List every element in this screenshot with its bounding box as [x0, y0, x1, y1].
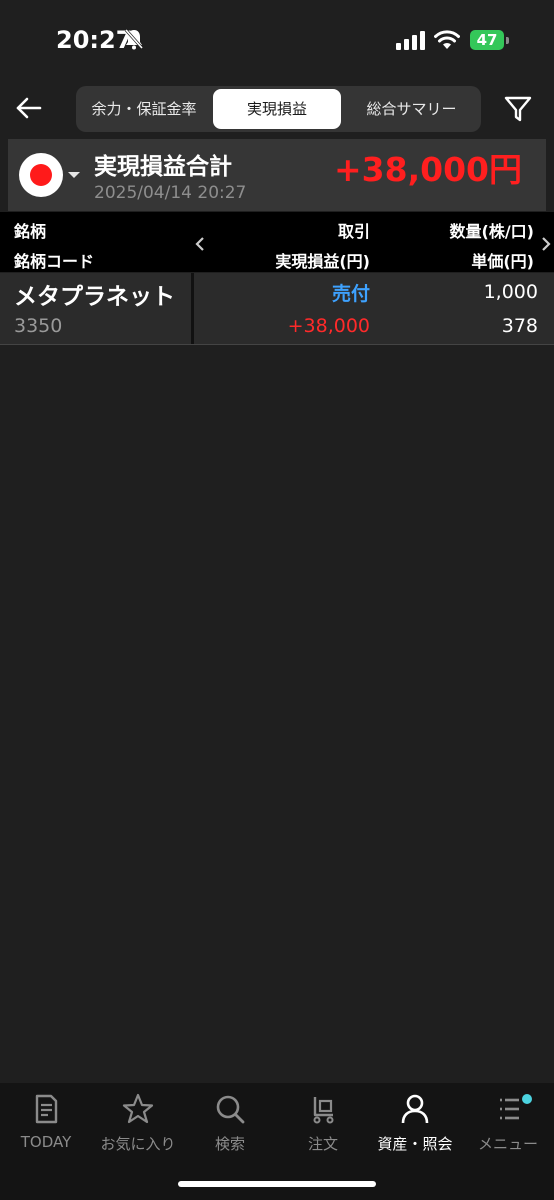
signal-icon	[396, 30, 426, 54]
chevron-right-icon[interactable]	[540, 236, 552, 256]
notification-dot	[522, 1094, 532, 1104]
row-divider	[0, 344, 554, 345]
realized-pl-summary: 実現損益合計 2025/04/14 20:27 +38,000円	[8, 139, 546, 211]
menu-icon	[500, 1098, 519, 1120]
header-stock: 銘柄	[14, 222, 47, 241]
tab-realized-pl[interactable]: 実現損益	[213, 89, 341, 129]
news-icon	[35, 1094, 58, 1124]
back-button[interactable]	[12, 88, 46, 128]
tab-label: メニュー	[477, 1135, 538, 1153]
bell-muted-icon	[124, 28, 144, 54]
person-icon	[401, 1094, 429, 1124]
header-trade: 取引	[337, 222, 370, 241]
tab-margin-ratio[interactable]: 余力・保証金率	[80, 89, 208, 129]
tab-order[interactable]: 注文	[277, 1091, 369, 1161]
header-realized-pl: 実現損益(円)	[275, 252, 370, 271]
status-time: 20:27	[56, 26, 133, 54]
tab-today[interactable]: TODAY	[0, 1091, 92, 1161]
tab-search[interactable]: 検索	[184, 1091, 276, 1161]
table-header: 銘柄 銘柄コード 取引 実現損益(円) 数量(株/口) 単価(円)	[0, 212, 554, 272]
tab-assets[interactable]: 資産・照会	[369, 1091, 461, 1161]
japan-flag-icon	[30, 164, 52, 186]
column-divider	[191, 273, 194, 344]
chevron-left-icon[interactable]	[194, 236, 206, 256]
search-icon	[216, 1095, 245, 1124]
quantity-value: 1,000	[483, 281, 538, 303]
table-row[interactable]: メタプラネット 3350 売付 +38,000 1,000 378	[0, 273, 554, 344]
unit-price-value: 378	[501, 315, 538, 337]
filter-icon	[504, 96, 532, 122]
nav-bar: 余力・保証金率 実現損益 総合サマリー	[0, 84, 554, 134]
stock-code: 3350	[14, 315, 63, 337]
summary-amount: +38,000円	[334, 150, 522, 189]
filter-button[interactable]	[500, 90, 536, 126]
header-quantity: 数量(株/口)	[449, 222, 534, 241]
trade-type: 売付	[331, 283, 370, 305]
battery-nub	[506, 37, 509, 44]
tab-label: 注文	[307, 1135, 338, 1153]
wifi-icon	[434, 30, 460, 54]
realized-pl-value: +38,000	[287, 315, 370, 337]
tab-label: 検索	[214, 1135, 245, 1153]
header-unit-price: 単価(円)	[471, 252, 534, 271]
status-bar: 20:27 47	[0, 0, 554, 80]
home-indicator	[178, 1181, 376, 1187]
header-stock-code: 銘柄コード	[14, 252, 95, 271]
segmented-control: 余力・保証金率 実現損益 総合サマリー	[76, 86, 481, 132]
cart-icon	[313, 1097, 334, 1124]
tab-label: TODAY	[20, 1133, 72, 1151]
tab-favorites[interactable]: お気に入り	[92, 1091, 184, 1161]
chevron-down-icon[interactable]	[68, 172, 80, 178]
tab-label: お気に入り	[100, 1135, 176, 1153]
tab-summary[interactable]: 総合サマリー	[346, 89, 477, 129]
summary-datetime: 2025/04/14 20:27	[94, 183, 247, 203]
tab-menu[interactable]: メニュー	[462, 1091, 554, 1161]
tab-label: 資産・照会	[377, 1135, 453, 1153]
summary-title: 実現損益合計	[94, 154, 232, 180]
market-selector[interactable]	[19, 153, 63, 197]
battery-indicator: 47	[470, 30, 504, 50]
star-icon	[122, 1093, 154, 1124]
arrow-left-icon	[16, 97, 42, 119]
stock-name: メタプラネット	[14, 284, 175, 310]
